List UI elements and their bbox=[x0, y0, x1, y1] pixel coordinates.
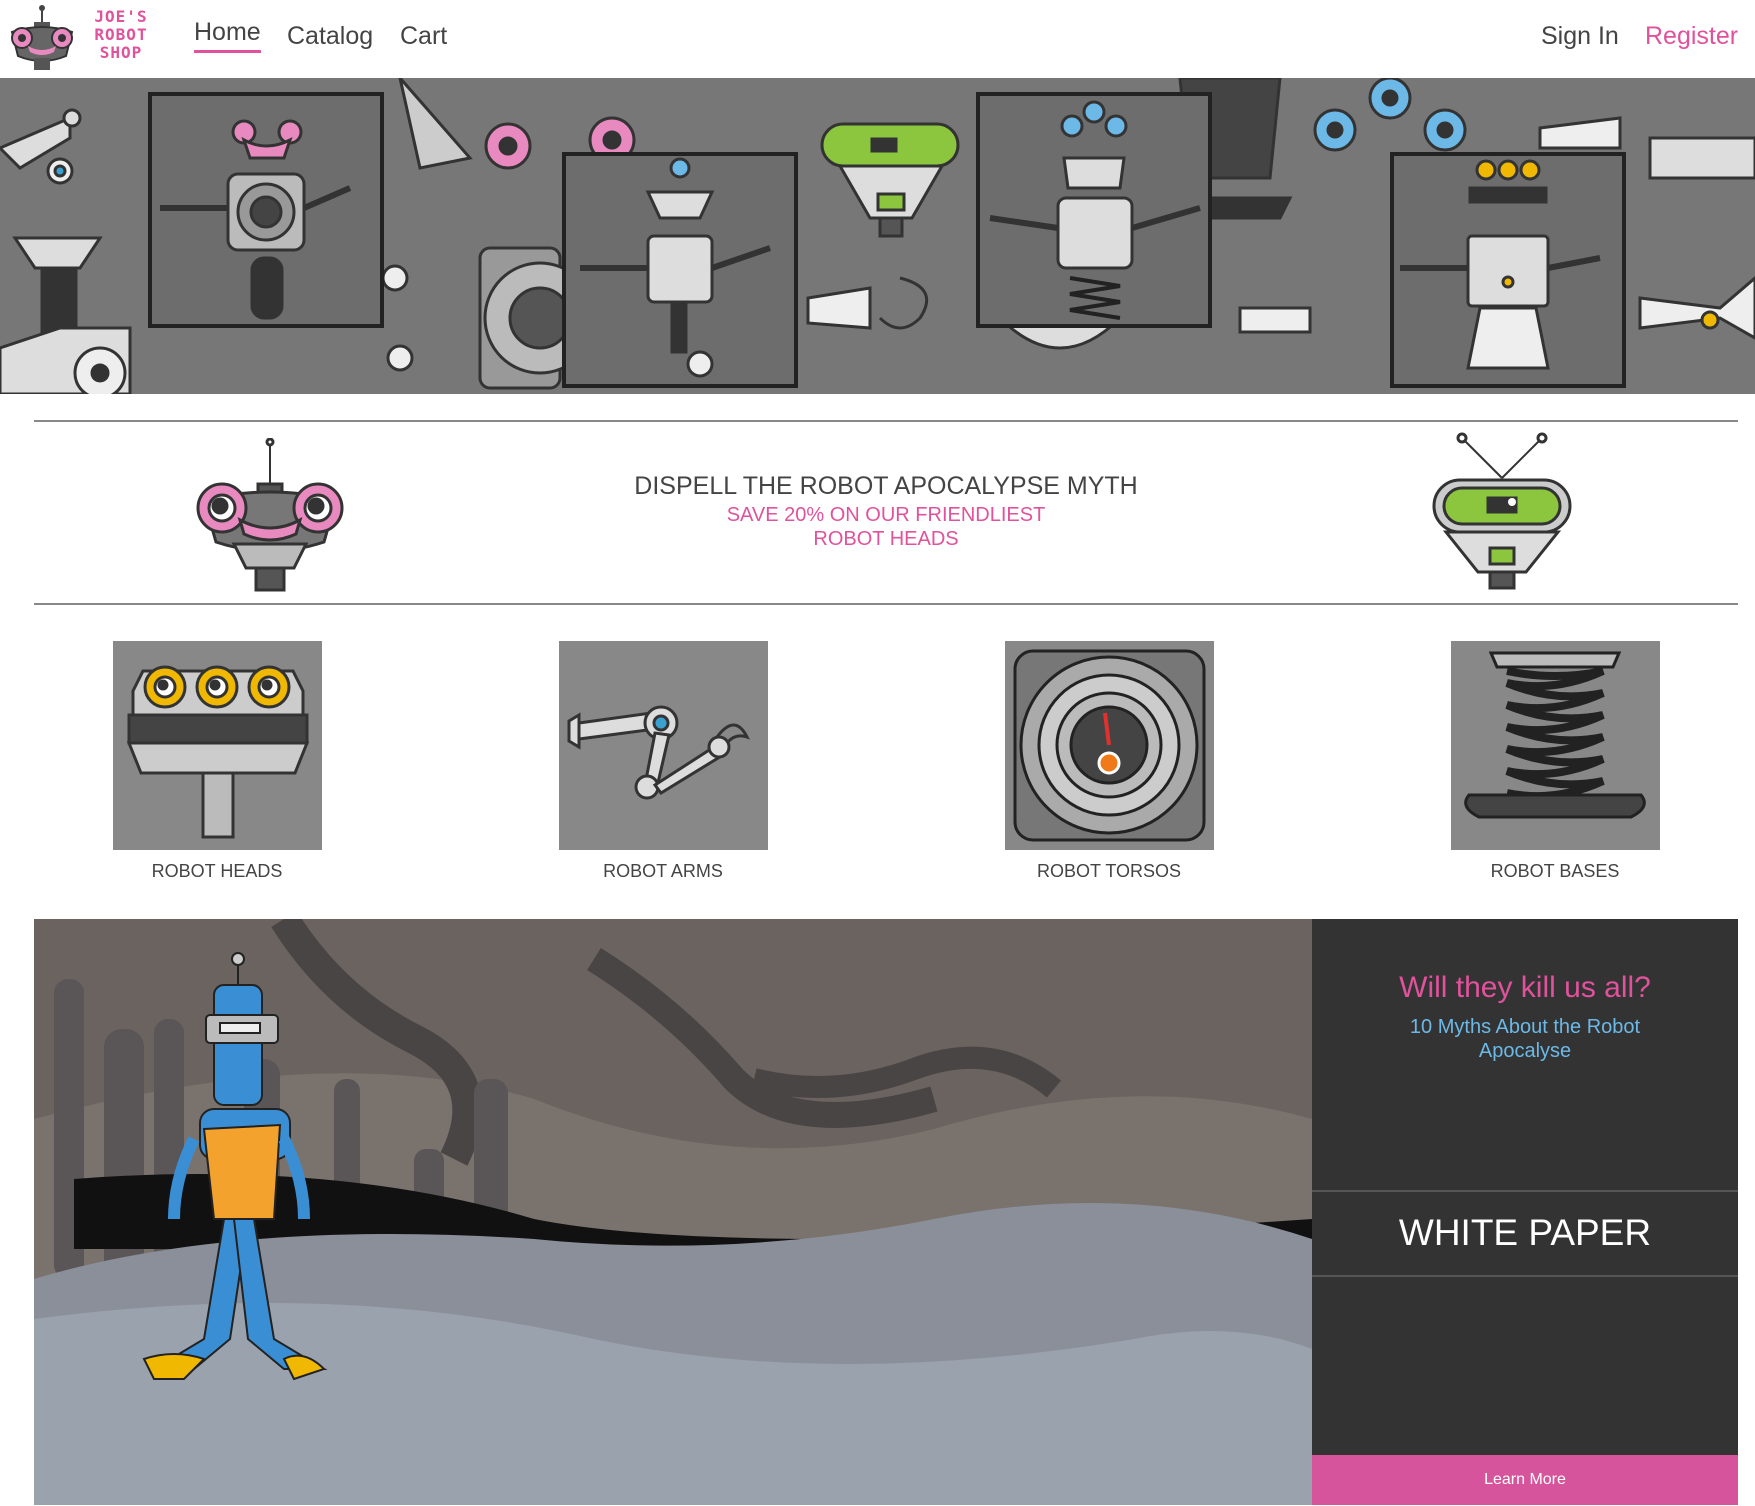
promo-subtitle: SAVE 20% ON OUR FRIENDLIEST ROBOT HEADS bbox=[726, 504, 1046, 550]
category-robot-arms[interactable]: ROBOT ARMS bbox=[558, 641, 768, 882]
nav-home-link[interactable]: Home bbox=[194, 18, 261, 53]
robot-parts-illustration bbox=[0, 78, 1755, 394]
category-label: ROBOT TORSOS bbox=[1036, 861, 1182, 881]
logo-line-1: JOE'S bbox=[94, 7, 148, 26]
pink-robot-head-icon bbox=[196, 438, 344, 592]
category-label: ROBOT ARMS bbox=[603, 861, 723, 881]
hero-banner bbox=[0, 78, 1755, 394]
promo-banner-text[interactable]: DISPELL THE ROBOT APOCALYPSE MYTH SAVE 2… bbox=[500, 472, 1272, 551]
robot-heads-tile[interactable] bbox=[112, 641, 322, 850]
sign-in-link[interactable]: Sign In bbox=[1541, 22, 1619, 51]
panel-divider-bottom bbox=[1312, 1275, 1738, 1277]
apocalypse-illustration bbox=[34, 919, 1312, 1505]
divider-top bbox=[34, 420, 1738, 422]
panel-divider-top bbox=[1312, 1190, 1738, 1192]
white-paper-panel: Will they kill us all? 10 Myths About th… bbox=[1312, 919, 1738, 1505]
category-robot-torsos[interactable]: ROBOT TORSOS bbox=[1004, 641, 1214, 882]
robot-torso-icon bbox=[1013, 649, 1205, 842]
nav-cart-link[interactable]: Cart bbox=[400, 22, 447, 51]
nav-catalog-link[interactable]: Catalog bbox=[287, 22, 373, 51]
category-robot-bases[interactable]: ROBOT BASES bbox=[1450, 641, 1660, 882]
divider-bottom bbox=[34, 603, 1738, 605]
robot-arm-icon bbox=[567, 705, 750, 800]
learn-more-button[interactable]: Learn More bbox=[1312, 1455, 1738, 1505]
green-robot-head-icon bbox=[1432, 432, 1572, 590]
apocalypse-scene bbox=[34, 919, 1312, 1505]
category-robot-heads[interactable]: ROBOT HEADS bbox=[112, 641, 322, 882]
logo-text: JOE'S ROBOT SHOP bbox=[76, 8, 166, 62]
white-paper-subtitle: 10 Myths About the Robot Apocalyse bbox=[1409, 1016, 1641, 1062]
register-link[interactable]: Register bbox=[1645, 22, 1738, 51]
robot-bases-tile[interactable] bbox=[1450, 641, 1660, 850]
promo-title: DISPELL THE ROBOT APOCALYPSE MYTH bbox=[634, 472, 1138, 500]
logo-line-2: ROBOT bbox=[94, 25, 148, 44]
white-paper-heading: WHITE PAPER bbox=[1398, 1212, 1652, 1253]
top-nav: JOE'S ROBOT SHOP Home Catalog Cart Sign … bbox=[0, 0, 1755, 78]
category-label: ROBOT HEADS bbox=[151, 861, 283, 881]
robot-torsos-tile[interactable] bbox=[1004, 641, 1214, 850]
robot-arms-tile[interactable] bbox=[558, 641, 768, 850]
white-paper-question: Will they kill us all? bbox=[1399, 971, 1651, 1004]
category-label: ROBOT BASES bbox=[1490, 861, 1620, 881]
logo-line-3: SHOP bbox=[99, 43, 143, 62]
robot-head-icon bbox=[126, 665, 309, 839]
robot-base-icon bbox=[1463, 651, 1646, 819]
